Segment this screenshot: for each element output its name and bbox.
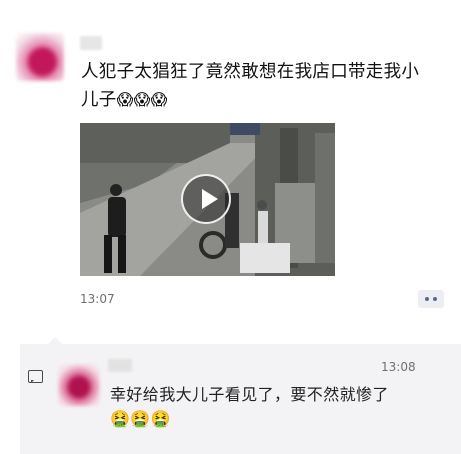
commenter-name-blurred[interactable] <box>108 359 132 372</box>
comment-icon <box>28 370 43 383</box>
comment-section: 13:08 幸好给我大儿子看见了，要不然就惨了 🤮🤮🤮 <box>20 337 461 454</box>
post-time: 13:07 <box>80 292 115 306</box>
comment-text[interactable]: 幸好给我大儿子看见了，要不然就惨了 🤮🤮🤮 <box>110 383 430 431</box>
post-emoji-3: 😱 <box>150 90 168 109</box>
post-emoji-2: 😱 <box>133 90 151 109</box>
poster-avatar[interactable] <box>16 33 64 81</box>
poster-name-blurred[interactable] <box>80 36 102 50</box>
comment-emoji-2: 🤮 <box>130 409 151 428</box>
moment-post: 人犯子太猖狂了竟然敢想在我店口带走我小儿子😱😱😱 13:07 <box>0 0 461 340</box>
more-dots-icon[interactable] <box>418 290 444 308</box>
comment-text-content: 幸好给我大儿子看见了，要不然就惨了 <box>110 385 389 404</box>
comment-emoji-1: 🤮 <box>110 409 131 428</box>
video-thumbnail[interactable] <box>80 123 335 276</box>
commenter-avatar[interactable] <box>58 364 100 406</box>
post-text: 人犯子太猖狂了竟然敢想在我店口带走我小儿子😱😱😱 <box>81 58 433 114</box>
comment-emoji-3: 🤮 <box>150 409 171 428</box>
play-icon[interactable] <box>181 174 231 224</box>
comment-time: 13:08 <box>381 360 416 374</box>
post-emoji-1: 😱 <box>116 90 134 109</box>
